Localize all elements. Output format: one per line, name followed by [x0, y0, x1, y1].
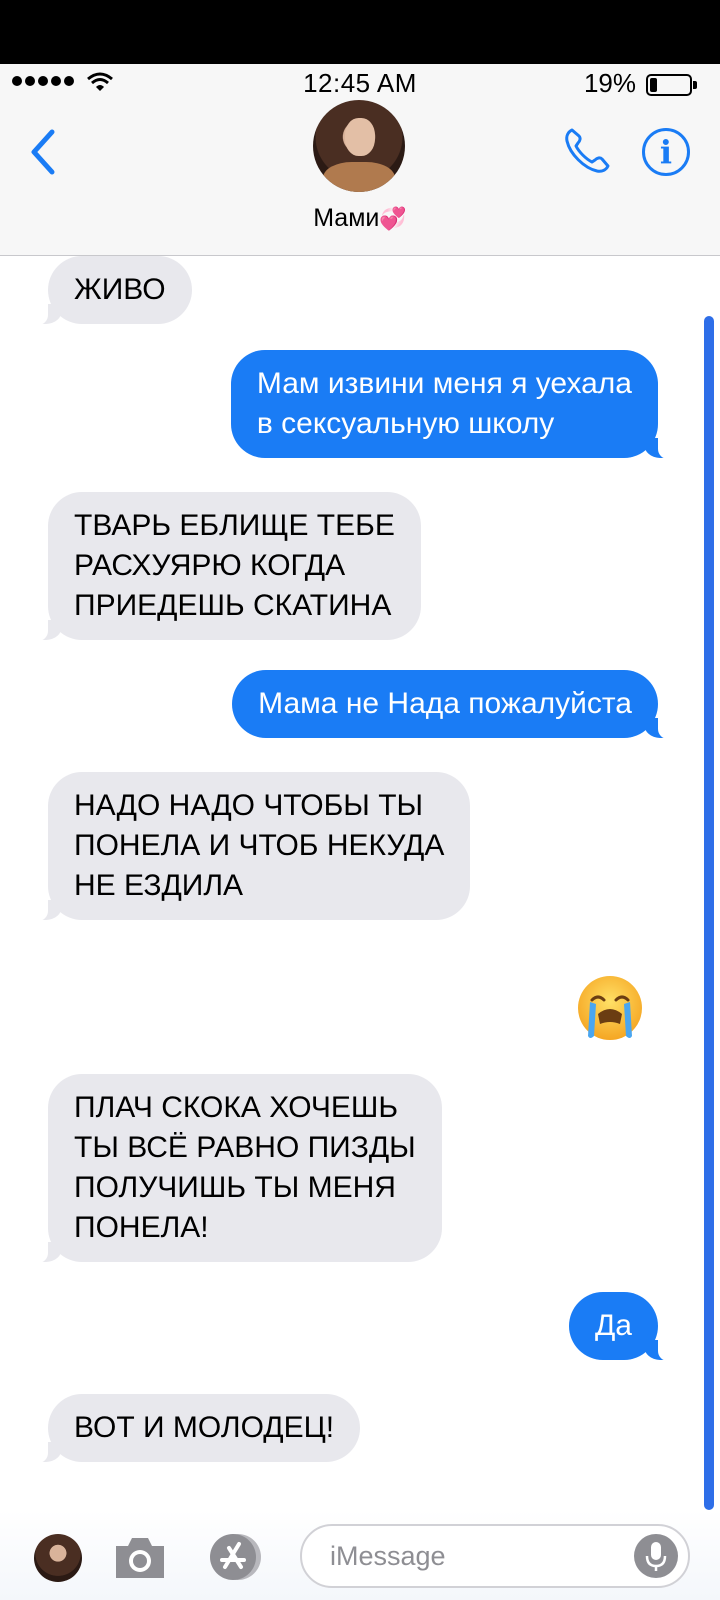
imessage-input[interactable]: [330, 1538, 610, 1574]
contact-name[interactable]: Мами💞: [0, 204, 720, 233]
scrollbar[interactable]: [692, 316, 720, 1510]
imessage-text-field[interactable]: [300, 1524, 690, 1588]
microphone-icon[interactable]: [634, 1534, 678, 1578]
memoji-avatar-button[interactable]: [34, 1534, 82, 1582]
conversation-header: Мами💞 i: [0, 100, 720, 256]
battery-icon: [646, 74, 697, 96]
incoming-message[interactable]: ВОТ И МОЛОДЕЦ!: [35, 1394, 361, 1463]
outgoing-message[interactable]: Да: [568, 1292, 671, 1361]
outgoing-message[interactable]: Мам извини меня я уехала в сексуальную ш…: [230, 350, 671, 459]
message-thread[interactable]: ЖИВО Мам извини меня я уехала в сексуаль…: [0, 256, 720, 1510]
incoming-message[interactable]: ПЛАЧ СКОКА ХОЧЕШЬ ТЫ ВСЁ РАВНО ПИЗДЫ ПОЛ…: [36, 1074, 442, 1263]
camera-icon[interactable]: [112, 1532, 168, 1582]
heart-emoji: 💞: [379, 206, 407, 231]
battery-percent: 19%: [583, 68, 636, 98]
chevron-left-icon[interactable]: [22, 124, 66, 180]
info-icon[interactable]: i: [642, 128, 690, 176]
loudly-crying-face-emoji[interactable]: [576, 974, 644, 1042]
status-bar: 12:45 AM 19%: [0, 64, 720, 104]
compose-bar: [0, 1510, 720, 1600]
incoming-message[interactable]: НАДО НАДО ЧТОБЫ ТЫ ПОНЕЛА И ЧТОБ НЕКУДА …: [35, 772, 471, 921]
incoming-message[interactable]: ТВАРЬ ЕБЛИЩЕ ТЕБЕ РАСХУЯРЮ КОГДА ПРИЕДЕШ…: [36, 492, 421, 641]
app-store-icon[interactable]: [206, 1532, 268, 1582]
phone-icon[interactable]: [562, 126, 612, 176]
incoming-message[interactable]: ЖИВО: [36, 256, 192, 325]
top-black-bar: [0, 0, 720, 64]
contact-avatar[interactable]: [313, 100, 405, 192]
scrollbar-thumb[interactable]: [704, 316, 714, 1510]
outgoing-message[interactable]: Мама не Нада пожалуйста: [232, 670, 670, 739]
contact-name-text: Мами: [313, 204, 380, 232]
